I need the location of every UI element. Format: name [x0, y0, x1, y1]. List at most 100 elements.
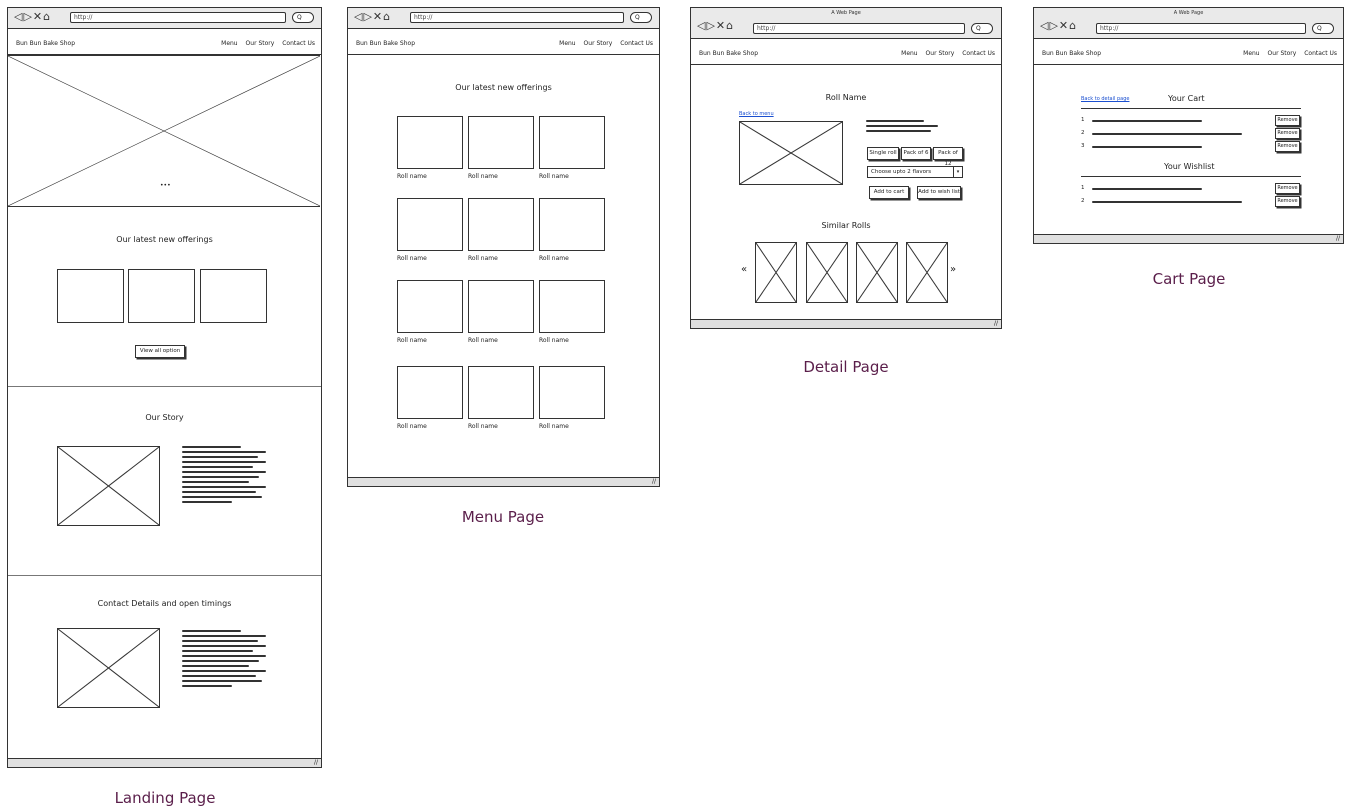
offering-card[interactable]	[200, 269, 267, 323]
back-to-menu-link[interactable]: Back to menu	[739, 111, 774, 117]
nav-menu[interactable]: Menu	[901, 50, 917, 57]
menu-item-card[interactable]	[468, 198, 534, 251]
nav-contact-us[interactable]: Contact Us	[1304, 50, 1337, 57]
roll-image-placeholder	[739, 121, 843, 185]
nav-our-story[interactable]: Our Story	[926, 50, 955, 57]
browser-nav-icons[interactable]: ◁▷✕⌂	[14, 10, 51, 23]
browser-nav-icons[interactable]: ◁▷✕⌂	[1040, 19, 1077, 32]
section-divider	[8, 386, 321, 387]
carousel-dots[interactable]: •••	[160, 182, 171, 189]
landing-wireframe: ◁▷✕⌂ http:// Q Bun Bun Bake Shop Menu Ou…	[7, 7, 322, 768]
pack-of-12-option[interactable]: Pack of 12	[933, 147, 963, 167]
contact-title: Contact Details and open timings	[97, 599, 232, 608]
add-to-cart-button[interactable]: Add to cart	[869, 186, 909, 199]
nav-our-story[interactable]: Our Story	[1268, 50, 1297, 57]
cart-item-remove-button[interactable]: Remove	[1275, 115, 1300, 126]
nav-our-story[interactable]: Our Story	[246, 40, 275, 47]
wishlist-item-text-placeholder	[1092, 188, 1202, 193]
carousel-next-icon[interactable]: »	[950, 264, 956, 275]
status-bar: //	[1034, 234, 1343, 243]
menu-item-card[interactable]	[539, 366, 605, 419]
add-to-wishlist-button[interactable]: Add to wish list	[917, 186, 961, 199]
resize-grip-icon[interactable]: //	[1336, 235, 1340, 243]
back-to-detail-link[interactable]: Back to detail page	[1081, 96, 1129, 102]
pack-of-6-option[interactable]: Pack of 6	[901, 147, 931, 160]
resize-grip-icon[interactable]: //	[314, 759, 318, 767]
brand-name[interactable]: Bun Bun Bake Shop	[16, 40, 75, 47]
menu-item-card[interactable]	[397, 280, 463, 333]
nav-our-story[interactable]: Our Story	[584, 40, 613, 47]
wishlist-item-index: 1	[1081, 185, 1085, 191]
menu-item-card[interactable]	[539, 116, 605, 169]
cart-item-index: 2	[1081, 130, 1085, 136]
nav-contact-us[interactable]: Contact Us	[962, 50, 995, 57]
menu-item-name: Roll name	[539, 337, 569, 344]
nav-contact-us[interactable]: Contact Us	[620, 40, 653, 47]
similar-roll-card[interactable]	[806, 242, 848, 303]
landing-page-label: Landing Page	[114, 789, 216, 807]
search-icon[interactable]: Q	[1312, 23, 1334, 34]
search-icon[interactable]: Q	[292, 12, 314, 23]
nav-links: Menu Our Story Contact Us	[553, 40, 653, 47]
search-icon[interactable]: Q	[630, 12, 652, 23]
url-bar[interactable]: http://	[753, 23, 965, 34]
story-text-placeholder	[182, 446, 266, 506]
nav-menu[interactable]: Menu	[1243, 50, 1259, 57]
brand-name[interactable]: Bun Bun Bake Shop	[699, 50, 758, 57]
section-divider	[8, 575, 321, 576]
similar-roll-card[interactable]	[856, 242, 898, 303]
url-bar[interactable]: http://	[410, 12, 624, 23]
menu-item-name: Roll name	[397, 173, 427, 180]
menu-item-card[interactable]	[468, 366, 534, 419]
brand-name[interactable]: Bun Bun Bake Shop	[1042, 50, 1101, 57]
menu-item-card[interactable]	[397, 116, 463, 169]
url-bar[interactable]: http://	[70, 12, 286, 23]
detail-page-label: Detail Page	[803, 358, 889, 376]
chevron-down-icon: ▾	[953, 167, 962, 177]
search-icon[interactable]: Q	[971, 23, 993, 34]
menu-item-card[interactable]	[539, 198, 605, 251]
url-bar[interactable]: http://	[1096, 23, 1306, 34]
offerings-title: Our latest new offerings	[116, 235, 213, 244]
nav-menu[interactable]: Menu	[221, 40, 237, 47]
resize-grip-icon[interactable]: //	[652, 478, 656, 486]
single-roll-option[interactable]: Single roll	[867, 147, 899, 160]
wishlist-item-index: 2	[1081, 198, 1085, 204]
offering-card[interactable]	[57, 269, 124, 323]
similar-roll-card[interactable]	[755, 242, 797, 303]
menu-title: Our latest new offerings	[455, 83, 552, 92]
nav-menu[interactable]: Menu	[559, 40, 575, 47]
wishlist-item-remove-button[interactable]: Remove	[1275, 196, 1300, 207]
carousel-prev-icon[interactable]: «	[741, 264, 747, 275]
browser-nav-icons[interactable]: ◁▷✕⌂	[354, 10, 391, 23]
browser-toolbar: A Web Page ◁▷✕⌂ http:// Q	[1034, 8, 1343, 39]
menu-item-card[interactable]	[468, 280, 534, 333]
story-title: Our Story	[145, 413, 184, 422]
roll-name-title: Roll Name	[825, 93, 867, 102]
menu-item-card[interactable]	[397, 366, 463, 419]
cart-item-remove-button[interactable]: Remove	[1275, 141, 1300, 152]
brand-name[interactable]: Bun Bun Bake Shop	[356, 40, 415, 47]
offering-card[interactable]	[128, 269, 195, 323]
nav-contact-us[interactable]: Contact Us	[282, 40, 315, 47]
similar-roll-card[interactable]	[906, 242, 948, 303]
cart-item-index: 1	[1081, 117, 1085, 123]
menu-item-card[interactable]	[539, 280, 605, 333]
similar-rolls-title: Similar Rolls	[821, 221, 871, 230]
wishlist-divider	[1081, 176, 1301, 177]
menu-item-name: Roll name	[468, 255, 498, 262]
resize-grip-icon[interactable]: //	[994, 320, 998, 328]
view-all-button[interactable]: View all option	[135, 345, 185, 358]
menu-item-name: Roll name	[397, 255, 427, 262]
menu-item-card[interactable]	[397, 198, 463, 251]
menu-item-card[interactable]	[468, 116, 534, 169]
menu-item-name: Roll name	[539, 173, 569, 180]
nav-links: Menu Our Story Contact Us	[1237, 50, 1337, 57]
browser-nav-icons[interactable]: ◁▷✕⌂	[697, 19, 734, 32]
menu-wireframe: ◁▷✕⌂ http:// Q Bun Bun Bake Shop Menu Ou…	[347, 7, 660, 487]
wishlist-item-remove-button[interactable]: Remove	[1275, 183, 1300, 194]
flavor-select[interactable]: Choose upto 2 flavors ▾	[867, 166, 963, 178]
cart-item-remove-button[interactable]: Remove	[1275, 128, 1300, 139]
cart-item-text-placeholder	[1092, 133, 1242, 138]
contact-image-placeholder	[57, 628, 160, 708]
